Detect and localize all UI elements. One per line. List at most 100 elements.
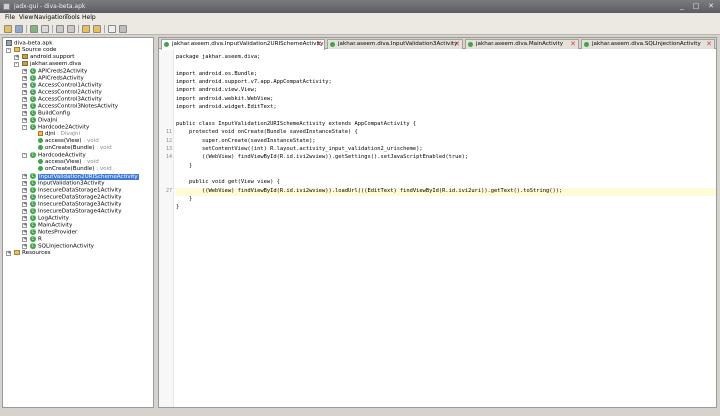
menu-tools[interactable]: Tools (65, 14, 80, 21)
search-icon[interactable] (82, 25, 90, 33)
tree-class[interactable]: + C APICreds2Activity (22, 68, 87, 75)
class-icon: C (30, 117, 36, 123)
tab-sqlinjection[interactable]: jakhar.aseem.diva.SQLInjectionActivity ✕ (581, 39, 715, 49)
window-title: jadx-gui - diva-beta.apk (14, 3, 86, 10)
close-tab-icon[interactable]: ✕ (454, 40, 460, 49)
tree-method[interactable]: onCreate(Bundle) : void (38, 166, 112, 173)
expand-icon[interactable]: + (6, 251, 11, 256)
menu-view[interactable]: View (19, 14, 33, 21)
tree-class[interactable]: + C InsecureDataStorage2Activity (22, 194, 122, 201)
class-icon: C (30, 124, 36, 130)
method-icon (38, 159, 43, 164)
close-tab-icon[interactable]: ✕ (316, 40, 322, 49)
tree-source-code[interactable]: - Source code (6, 47, 56, 54)
tree-class[interactable]: + C AccessControl1Activity (22, 82, 102, 89)
toolbar (0, 23, 720, 35)
tree-method[interactable]: onCreate(Bundle) : void (38, 145, 112, 152)
menu-navigation[interactable]: Navigation (34, 14, 66, 21)
collapse-icon[interactable]: - (6, 48, 11, 53)
tree-class[interactable]: + C AccessControl3NotesActivity (22, 103, 118, 110)
folder-icon (14, 250, 20, 255)
tree-method[interactable]: access(View) : void (38, 138, 99, 145)
tree-class[interactable]: + C BuildConfig (22, 110, 70, 117)
open-icon[interactable] (4, 25, 12, 33)
tree-class-selected[interactable]: + C InputValidation2URISchemeActivity (22, 173, 139, 180)
tree-class[interactable]: + C InputValidation3Activity (22, 180, 105, 187)
save-icon[interactable] (15, 25, 23, 33)
line-number: 27 (165, 187, 172, 194)
tree-class[interactable]: + C InsecureDataStorage4Activity (22, 208, 122, 215)
tree-class[interactable]: + C InsecureDataStorage3Activity (22, 201, 122, 208)
tree-class-hardcode2[interactable]: - C Hardcode2Activity (22, 124, 89, 131)
expand-icon[interactable] (41, 25, 49, 33)
maximize-button[interactable]: □ (690, 2, 702, 11)
code-line: super.onCreate(savedInstanceState); (176, 137, 316, 144)
tree-class[interactable]: + C AccessControl3Activity (22, 96, 102, 103)
find-icon[interactable] (93, 25, 101, 33)
tree-class[interactable]: + C LogActivity (22, 215, 69, 222)
title-bar[interactable]: jadx-gui - diva-beta.apk _ □ ✕ (0, 0, 720, 13)
tab-inputvalidation2[interactable]: jakhar.aseem.diva.InputValidation2URISch… (161, 39, 325, 50)
code-line: import android.webkit.WebView; (176, 95, 274, 102)
line-number-gutter: 11 12 13 14 27 (159, 50, 174, 407)
tab-bar: jakhar.aseem.diva.InputValidation2URISch… (159, 38, 716, 50)
close-tab-icon[interactable]: ✕ (706, 40, 712, 49)
class-icon: C (30, 89, 36, 95)
code-line: } (176, 204, 180, 211)
back-icon[interactable] (56, 25, 64, 33)
line-number: 14 (165, 154, 172, 161)
folder-icon (14, 47, 20, 52)
expand-icon[interactable]: + (14, 55, 19, 60)
line-number: 13 (165, 145, 172, 152)
tree-class[interactable]: + C R (22, 236, 42, 243)
menu-file[interactable]: File (5, 14, 15, 21)
class-icon: C (30, 236, 36, 242)
settings-icon[interactable] (119, 25, 127, 33)
tree-method[interactable]: access(View) : void (38, 159, 99, 166)
app-icon (3, 3, 10, 10)
menu-help[interactable]: Help (82, 14, 96, 21)
status-bar (0, 409, 720, 416)
tree-class[interactable]: + C NotesProvider (22, 229, 77, 236)
close-button[interactable]: ✕ (705, 2, 717, 11)
field-icon (38, 131, 43, 136)
tree-pkg-support[interactable]: + android.support (14, 54, 74, 61)
method-icon (38, 138, 43, 143)
tree-class[interactable]: + C DivaJni (22, 117, 57, 124)
class-icon: C (30, 96, 36, 102)
tree-field[interactable]: djni : DivaJni (38, 131, 80, 138)
collapse-icon[interactable]: - (14, 62, 19, 67)
collapse-icon[interactable]: - (22, 153, 27, 158)
tree-class[interactable]: + C MainActivity (22, 222, 72, 229)
tree-class[interactable]: + C APICredsActivity (22, 75, 84, 82)
code-line: protected void onCreate(Bundle savedInst… (176, 129, 358, 136)
class-icon: C (30, 194, 36, 200)
tree-pkg-main[interactable]: - jakhar.aseem.diva (14, 61, 81, 68)
source-tree[interactable]: diva-beta.apk - Source code + android.supp… (2, 37, 154, 408)
code-editor[interactable]: 11 12 13 14 27 package jakhar.aseem.diva; imp… (159, 50, 716, 407)
class-icon: C (30, 222, 36, 228)
forward-icon[interactable] (67, 25, 75, 33)
code-line: import android.widget.EditText; (176, 104, 277, 111)
code-line: ((WebView) findViewById(R.id.ivi2wview))… (176, 187, 563, 194)
class-icon: C (30, 68, 36, 74)
tab-mainactivity[interactable]: jakhar.aseem.diva.MainActivity ✕ (465, 39, 579, 49)
code-line: import android.os.Bundle; (176, 70, 258, 77)
class-icon: C (30, 180, 36, 186)
class-icon: C (30, 187, 36, 193)
tree-class[interactable]: + C SQLInjectionActivity (22, 243, 94, 250)
sync-icon[interactable] (30, 25, 38, 33)
tree-class[interactable]: + C AccessControl2Activity (22, 89, 102, 96)
class-icon (584, 42, 589, 47)
tree-apk[interactable]: diva-beta.apk (6, 40, 52, 47)
tree-class-hardcode[interactable]: - C HardcodeActivity (22, 152, 86, 159)
tab-inputvalidation3[interactable]: jakhar.aseem.diva.InputValidation3Activi… (327, 39, 463, 49)
class-icon: C (30, 229, 36, 235)
tree-class[interactable]: + C InsecureDataStorage1Activity (22, 187, 122, 194)
close-tab-icon[interactable]: ✕ (570, 40, 576, 49)
tree-resources[interactable]: + Resources (6, 250, 51, 257)
collapse-icon[interactable]: - (22, 125, 27, 130)
minimize-button[interactable]: _ (676, 2, 688, 11)
class-icon: C (30, 82, 36, 88)
log-icon[interactable] (108, 25, 116, 33)
